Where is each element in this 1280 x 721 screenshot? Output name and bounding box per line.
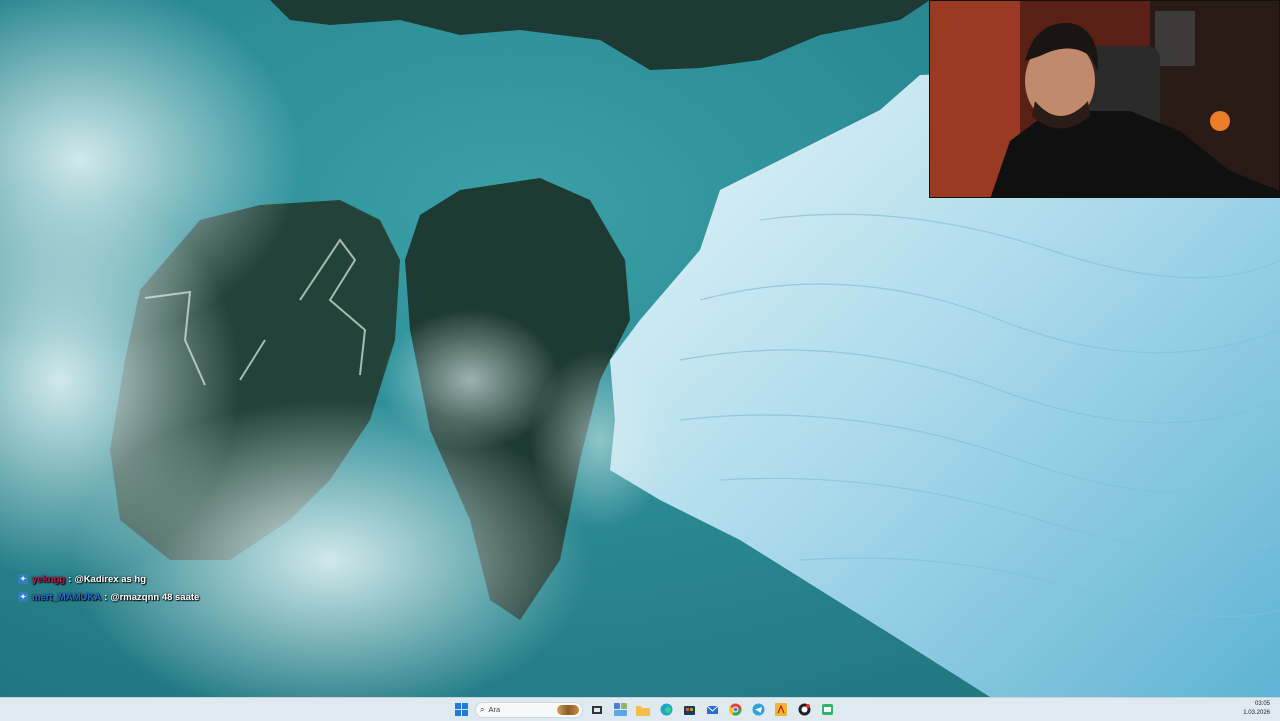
- search-highlight-icon: [557, 704, 579, 715]
- chat-separator: :: [104, 591, 108, 603]
- app-icon[interactable]: [818, 701, 836, 719]
- chat-badge-icon: ✦: [18, 574, 28, 584]
- clock-time: 03:05: [1254, 701, 1270, 707]
- search-icon: ⌕: [480, 704, 485, 714]
- mail-icon[interactable]: [703, 701, 721, 719]
- taskview-icon[interactable]: [588, 701, 606, 719]
- edge-icon[interactable]: [657, 701, 675, 719]
- file-explorer-icon[interactable]: [634, 701, 652, 719]
- webcam-feed-illustration: [930, 1, 1279, 197]
- search-placeholder: Ara: [488, 705, 501, 714]
- taskbar-search[interactable]: ⌕ Ara: [475, 701, 583, 718]
- store-icon[interactable]: [680, 701, 698, 719]
- chat-text: @Kadirex as hg: [74, 573, 147, 585]
- telegram-icon[interactable]: [749, 701, 767, 719]
- widgets-icon[interactable]: [611, 701, 629, 719]
- system-clock[interactable]: 03:05 1.03.2026: [1243, 700, 1270, 718]
- stream-chat: ✦ yekngg : @Kadirex as hg ✦ mert_MAMUKA …: [18, 570, 318, 606]
- chrome-icon[interactable]: [726, 701, 744, 719]
- windows-start-icon[interactable]: [452, 701, 470, 719]
- taskbar-pinned-apps: ⌕ Ara: [452, 698, 836, 721]
- obs-icon[interactable]: [795, 701, 813, 719]
- chat-message: ✦ yekngg : @Kadirex as hg: [18, 570, 318, 588]
- chat-text: @rmazqnn 48 saate: [110, 591, 200, 603]
- clock-date: 1.03.2026: [1243, 710, 1270, 716]
- pdf-icon[interactable]: [772, 701, 790, 719]
- chat-username: mert_MAMUKA: [32, 591, 102, 603]
- taskbar: ⌕ Ara 03:05 1.03.2026: [0, 697, 1280, 721]
- chat-separator: :: [68, 573, 72, 585]
- chat-badge-icon: ✦: [18, 592, 28, 602]
- chat-username: yekngg: [32, 573, 66, 585]
- webcam-overlay: [929, 0, 1280, 198]
- chat-message: ✦ mert_MAMUKA : @rmazqnn 48 saate: [18, 588, 318, 606]
